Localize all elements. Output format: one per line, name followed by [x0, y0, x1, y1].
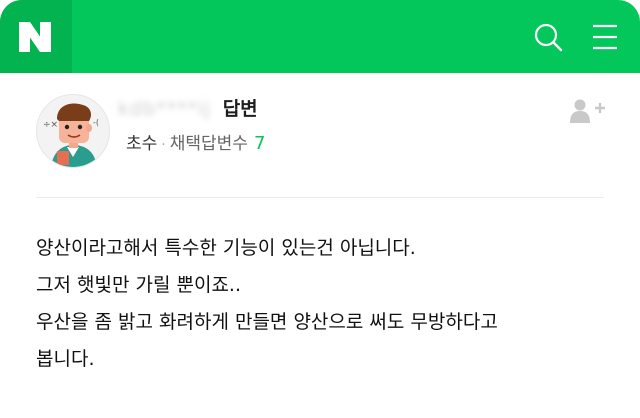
answer-line: 봅니다.: [36, 348, 95, 370]
divider: [36, 197, 604, 198]
answerer-meta: 초수 · 채택답변수 7: [126, 132, 265, 156]
cartoon-face-icon: ÷× -(: [43, 103, 99, 167]
adopted-answers-count: 7: [253, 133, 266, 154]
naver-logo-button[interactable]: [0, 0, 72, 73]
answerer-name[interactable]: kdb****ij 답변: [118, 96, 258, 122]
search-icon[interactable]: [530, 20, 568, 54]
role-label: 답변: [222, 98, 258, 120]
answer-card: ÷× -( kdb****ij 답변 초수 · 채택답변수 7 양산이라고해서 특수한 …: [0, 0, 640, 418]
masked-username: kdb****ij: [118, 98, 211, 120]
answer-body: 양산이라고해서 특수한 기능이 있는건 아닙니다. 그저 햇빛만 가릴 뿐이죠.…: [36, 230, 616, 378]
add-friend-icon[interactable]: [568, 98, 608, 124]
answer-line: 우산을 좀 밝고 화려하게 만들면 양산으로 써도 무방하다고: [36, 311, 498, 333]
answer-line: 양산이라고해서 특수한 기능이 있는건 아닙니다.: [36, 237, 416, 259]
rank-label: 초수: [126, 134, 158, 154]
meta-separator: ·: [161, 137, 166, 153]
top-header: [0, 0, 640, 73]
adopted-answers-label: 채택답변수: [169, 134, 248, 154]
naver-n-icon: [19, 22, 51, 52]
menu-icon[interactable]: [585, 20, 623, 54]
avatar[interactable]: ÷× -(: [36, 94, 110, 168]
answer-line: 그저 햇빛만 가릴 뿐이죠..: [36, 274, 241, 296]
svg-text:-(: -(: [93, 118, 99, 127]
svg-text:÷×: ÷×: [43, 120, 58, 130]
